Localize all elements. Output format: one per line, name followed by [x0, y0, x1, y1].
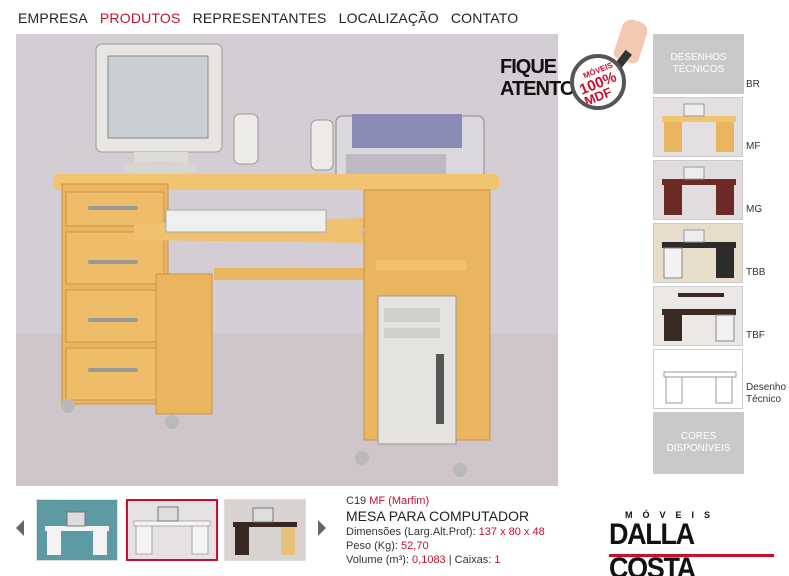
product-photo	[16, 34, 558, 486]
weight-value: 52,70	[401, 540, 429, 552]
logo-underline	[609, 554, 774, 557]
finish-label-tbf: TBF	[746, 330, 765, 341]
desk-thumbnail	[654, 161, 742, 219]
prev-arrow-icon[interactable]	[16, 520, 24, 536]
desk-thumbnail	[654, 98, 742, 156]
product-name: MESA PARA COMPUTADOR	[346, 508, 530, 524]
next-arrow-icon[interactable]	[318, 520, 326, 536]
promo-badge: FIQUE ATENTO MÓVEIS 100% MDF	[500, 17, 650, 112]
product-finish: MF (Marfim)	[369, 495, 430, 507]
brand-logo: MÓVEIS DALLA COSTA	[609, 510, 774, 576]
desk-thumbnail	[225, 500, 305, 560]
carousel-thumb-1[interactable]	[36, 499, 118, 561]
volume-label: Volume (m³):	[346, 554, 409, 566]
available-colors-button[interactable]: CORES DISPONÍVEIS	[653, 412, 744, 474]
finish-label-tbb: TBB	[746, 267, 766, 278]
finish-label-mf: MF	[746, 141, 761, 152]
dimensions-value: 137 x 80 x 48	[478, 526, 545, 538]
nav-representantes[interactable]: REPRESENTANTES	[193, 10, 327, 26]
nav-localizacao[interactable]: LOCALIZAÇÃO	[339, 10, 439, 26]
technical-drawings-button[interactable]: DESENHOS TÉCNICOS	[653, 34, 744, 94]
promo-line1: FIQUE	[500, 56, 557, 78]
technical-drawing-image	[654, 350, 742, 408]
carousel-thumb-3[interactable]	[224, 499, 306, 561]
promo-line2: ATENTO	[500, 78, 575, 100]
technical-drawing-label: Desenho Técnico	[746, 382, 787, 405]
technical-drawing-thumb[interactable]	[653, 349, 743, 409]
volume-value: 0,1083	[412, 554, 446, 566]
desk-thumbnail	[37, 500, 117, 560]
finish-thumb-mg[interactable]	[653, 223, 743, 283]
carousel-thumb-2-selected[interactable]	[126, 499, 218, 561]
finish-thumb-tbb[interactable]	[653, 286, 743, 346]
finish-thumb-br[interactable]	[653, 97, 743, 157]
finish-label-mg: MG	[746, 204, 763, 215]
nav-produtos[interactable]: PRODUTOS	[100, 10, 181, 26]
product-code: C19	[346, 495, 367, 507]
desk-thumbnail	[654, 287, 742, 345]
logo-brand: DALLA COSTA	[609, 518, 696, 576]
boxes-label: | Caixas:	[448, 554, 492, 566]
magnifier-lens: MÓVEIS 100% MDF	[570, 54, 626, 110]
main-nav: EMPRESA PRODUTOS REPRESENTANTES LOCALIZA…	[18, 10, 518, 26]
nav-empresa[interactable]: EMPRESA	[18, 10, 88, 26]
dimensions-label: Dimensões (Larg.Alt.Prof):	[346, 526, 476, 538]
weight-label: Peso (Kg):	[346, 540, 398, 552]
desk-thumbnail	[128, 501, 216, 559]
product-info: C19 MF (Marfim) MESA PARA COMPUTADOR Dim…	[346, 494, 545, 567]
desk-thumbnail	[654, 224, 742, 282]
boxes-value: 1	[494, 554, 501, 566]
finish-label-br: BR	[746, 79, 760, 90]
desk-illustration	[16, 34, 558, 486]
finish-thumb-mf[interactable]	[653, 160, 743, 220]
